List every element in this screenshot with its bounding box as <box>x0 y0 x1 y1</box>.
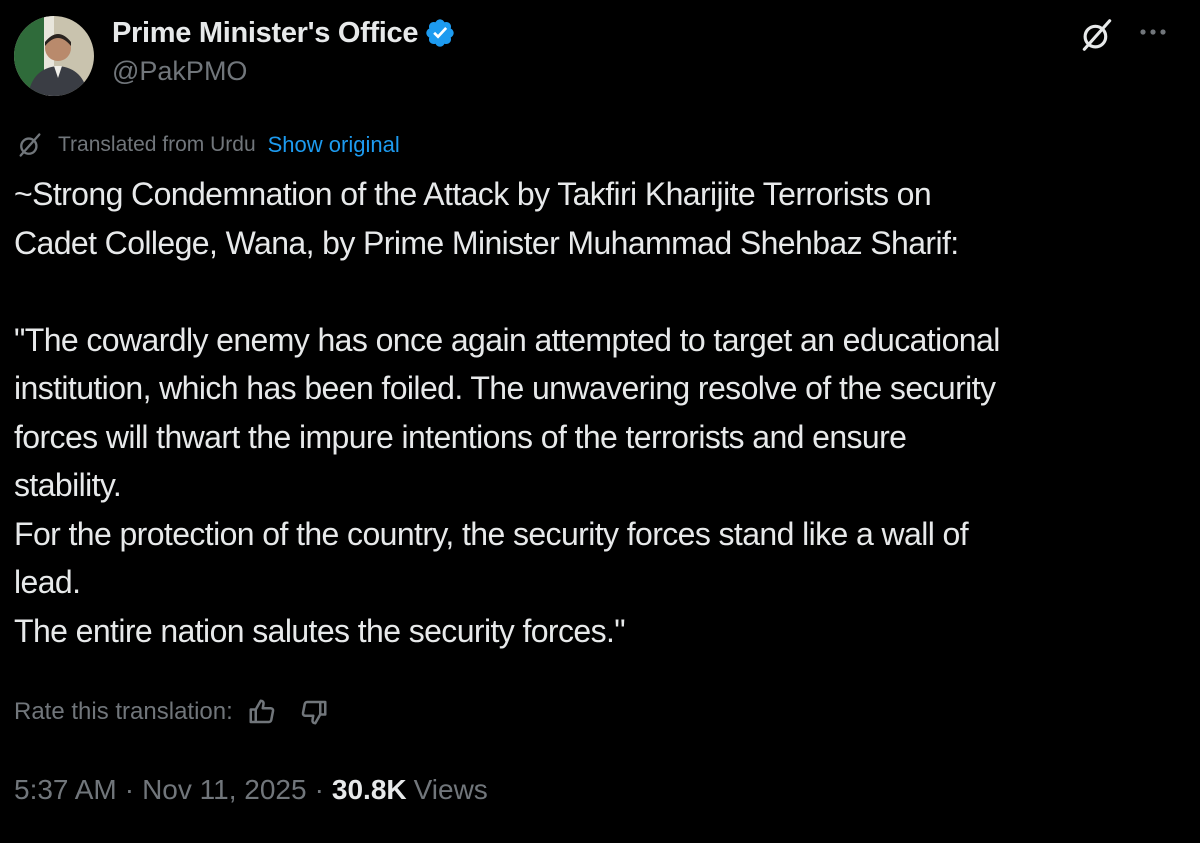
tweet-text-line: "The cowardly enemy has once again attem… <box>14 321 1000 358</box>
tweet-date[interactable]: Nov 11, 2025 <box>142 774 307 806</box>
thumbs-up-icon[interactable] <box>247 697 277 727</box>
thumbs-down-icon[interactable] <box>299 697 329 727</box>
verified-badge-icon[interactable] <box>424 17 456 49</box>
more-options-icon[interactable] <box>1136 22 1170 42</box>
tweet-text-line: The entire nation salutes the security f… <box>14 612 626 649</box>
grok-icon[interactable] <box>1078 16 1116 54</box>
views-count: 30.8K <box>331 774 407 805</box>
tweet-text-line: Cadet College, Wana, by Prime Minister M… <box>14 224 959 261</box>
views-label: Views <box>413 774 488 805</box>
tweet-text-line: forces will thwart the impure intentions… <box>14 418 907 455</box>
rate-translation-label: Rate this translation: <box>14 698 233 725</box>
author-name-row: Prime Minister's Office <box>112 14 456 52</box>
tweet-text-line: institution, which has been foiled. The … <box>14 370 996 406</box>
translation-info: Translated from Urdu Show original <box>16 128 400 162</box>
tweet-text-line: ~Strong Condemnation of the Attack by Ta… <box>14 176 932 212</box>
tweet-text-line: lead. <box>14 564 81 600</box>
profile-photo-icon <box>14 16 94 96</box>
meta-separator: · <box>124 774 135 805</box>
translate-icon <box>19 133 41 157</box>
tweet-text: ~Strong Condemnation of the Attack by Ta… <box>14 170 1186 655</box>
tweet-time[interactable]: 5:37 AM <box>14 774 117 806</box>
show-original-link[interactable]: Show original <box>268 132 400 158</box>
translated-from-label: Translated from Urdu <box>58 133 256 156</box>
author-avatar[interactable] <box>14 16 94 96</box>
rate-translation-row: Rate this translation: <box>14 692 329 732</box>
author-display-name[interactable]: Prime Minister's Office <box>112 17 419 50</box>
meta-separator: · <box>314 774 324 805</box>
author-handle[interactable]: @PakPMO <box>112 56 247 87</box>
tweet-text-line: stability. <box>14 467 122 503</box>
tweet-text-line: For the protection of the country, the s… <box>14 515 969 552</box>
tweet-meta: 5:37 AM · Nov 11, 2025 · 30.8K Views <box>14 768 488 812</box>
